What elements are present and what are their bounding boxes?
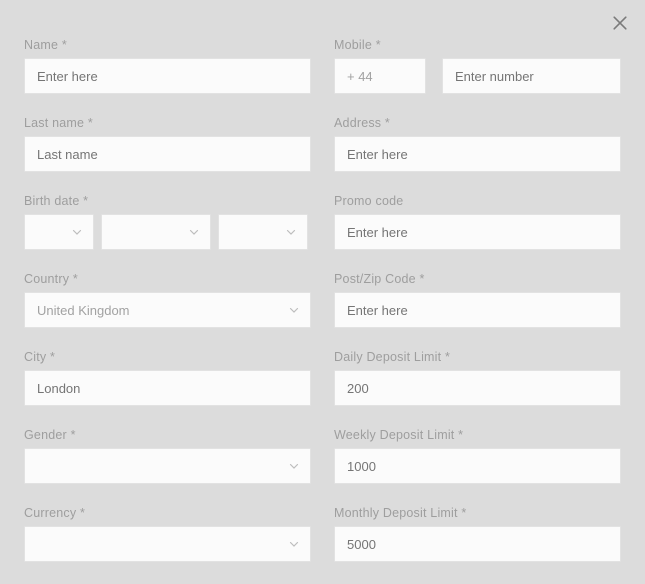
mobile-number-input[interactable] — [442, 58, 621, 94]
label-weekly-deposit-limit: Weekly Deposit Limit * — [334, 428, 464, 442]
birth-date-month-select[interactable] — [101, 214, 211, 250]
field-currency: Currency * — [24, 506, 311, 584]
label-last-name: Last name * — [24, 116, 93, 130]
weekly-deposit-limit-input[interactable] — [334, 448, 621, 484]
post-zip-code-input[interactable] — [334, 292, 621, 328]
registration-form: Name * Mobile * Last name * Address * Bi… — [24, 38, 621, 584]
label-country: Country * — [24, 272, 78, 286]
name-input[interactable] — [24, 58, 311, 94]
label-name: Name * — [24, 38, 67, 52]
field-name: Name * — [24, 38, 311, 116]
field-mobile: Mobile * — [334, 38, 621, 116]
chevron-down-icon — [189, 229, 199, 235]
label-currency: Currency * — [24, 506, 86, 520]
promo-code-input[interactable] — [334, 214, 621, 250]
field-last-name: Last name * — [24, 116, 311, 194]
gender-select[interactable] — [24, 448, 311, 484]
close-icon — [613, 16, 627, 30]
daily-deposit-limit-input[interactable] — [334, 370, 621, 406]
field-address: Address * — [334, 116, 621, 194]
chevron-down-icon — [72, 229, 82, 235]
field-birth-date: Birth date * — [24, 194, 311, 272]
label-daily-deposit-limit: Daily Deposit Limit * — [334, 350, 451, 364]
birth-date-year-select[interactable] — [218, 214, 308, 250]
country-select[interactable]: United Kingdom — [24, 292, 311, 328]
mobile-row — [334, 58, 621, 94]
chevron-down-icon — [289, 307, 299, 313]
birth-date-row — [24, 214, 311, 250]
birth-date-day-select[interactable] — [24, 214, 94, 250]
country-value: United Kingdom — [37, 302, 130, 318]
chevron-down-icon — [289, 463, 299, 469]
chevron-down-icon — [286, 229, 296, 235]
label-promo-code: Promo code — [334, 194, 404, 208]
field-city: City * — [24, 350, 311, 428]
city-input[interactable] — [24, 370, 311, 406]
label-address: Address * — [334, 116, 390, 130]
chevron-down-icon — [289, 541, 299, 547]
registration-modal: Name * Mobile * Last name * Address * Bi… — [0, 0, 645, 581]
address-input[interactable] — [334, 136, 621, 172]
label-monthly-deposit-limit: Monthly Deposit Limit * — [334, 506, 467, 520]
field-weekly-deposit-limit: Weekly Deposit Limit * — [334, 428, 621, 506]
label-gender: Gender * — [24, 428, 76, 442]
field-daily-deposit-limit: Daily Deposit Limit * — [334, 350, 621, 428]
last-name-input[interactable] — [24, 136, 311, 172]
monthly-deposit-limit-input[interactable] — [334, 526, 621, 562]
label-birth-date: Birth date * — [24, 194, 89, 208]
field-promo-code: Promo code — [334, 194, 621, 272]
currency-select[interactable] — [24, 526, 311, 562]
close-button[interactable] — [607, 10, 633, 36]
field-monthly-deposit-limit: Monthly Deposit Limit * — [334, 506, 621, 584]
label-city: City * — [24, 350, 56, 364]
label-mobile: Mobile * — [334, 38, 381, 52]
field-country: Country * United Kingdom — [24, 272, 311, 350]
mobile-country-code-input[interactable] — [334, 58, 426, 94]
label-post-zip-code: Post/Zip Code * — [334, 272, 425, 286]
field-gender: Gender * — [24, 428, 311, 506]
field-post-zip-code: Post/Zip Code * — [334, 272, 621, 350]
